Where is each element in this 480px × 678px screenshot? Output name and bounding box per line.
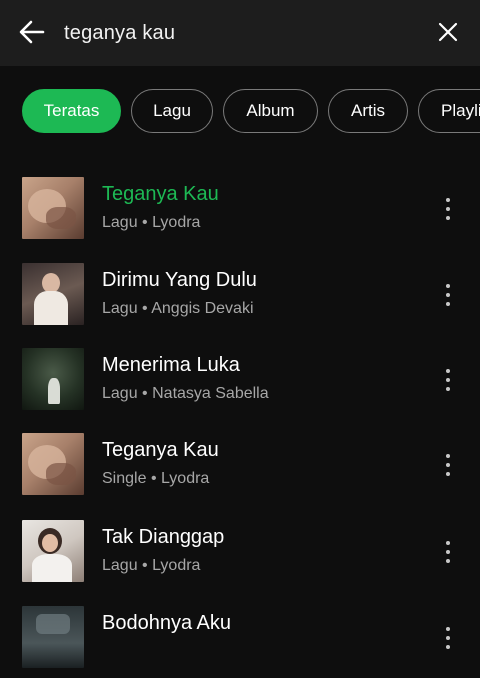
result-artist: Lyodra <box>161 470 210 487</box>
album-art <box>22 433 84 495</box>
result-artist: Lyodra <box>152 557 201 574</box>
result-type: Lagu <box>102 557 138 574</box>
separator: • <box>142 300 148 317</box>
close-icon <box>438 22 458 42</box>
chip-playlist[interactable]: Playli <box>418 89 480 133</box>
result-title: Menerima Luka <box>102 354 240 376</box>
list-item[interactable]: Tak Dianggap Lagu • Lyodra <box>0 520 480 592</box>
list-item[interactable]: Teganya Kau Single • Lyodra <box>0 433 480 505</box>
result-subtitle: Lagu • Natasya Sabella <box>102 384 269 404</box>
list-item[interactable]: Bodohnya Aku <box>0 606 480 678</box>
chip-lagu[interactable]: Lagu <box>131 89 213 133</box>
result-type: Lagu <box>102 214 138 231</box>
album-art <box>22 263 84 325</box>
result-artist: Lyodra <box>152 214 201 231</box>
album-art <box>22 520 84 582</box>
chip-teratas[interactable]: Teratas <box>22 89 121 133</box>
list-item[interactable]: Menerima Luka Lagu • Natasya Sabella <box>0 348 480 420</box>
more-vertical-icon <box>446 627 450 631</box>
more-options-button[interactable] <box>436 360 460 400</box>
result-artist: Anggis Devaki <box>151 300 254 317</box>
more-options-button[interactable] <box>436 532 460 572</box>
chip-artis[interactable]: Artis <box>328 89 408 133</box>
more-vertical-icon <box>446 369 450 373</box>
more-options-button[interactable] <box>436 189 460 229</box>
more-options-button[interactable] <box>436 618 460 658</box>
more-vertical-icon <box>446 454 450 458</box>
result-type: Lagu <box>102 385 138 402</box>
result-title: Teganya Kau <box>102 439 219 461</box>
more-vertical-icon <box>446 198 450 202</box>
clear-search-button[interactable] <box>430 14 466 50</box>
result-title: Bodohnya Aku <box>102 612 231 634</box>
result-title: Dirimu Yang Dulu <box>102 269 257 291</box>
list-item[interactable]: Teganya Kau Lagu • Lyodra <box>0 177 480 249</box>
result-type: Single <box>102 470 147 487</box>
result-subtitle: Lagu • Anggis Devaki <box>102 299 254 319</box>
separator: • <box>150 470 157 487</box>
more-vertical-icon <box>446 541 450 545</box>
result-artist: Natasya Sabella <box>152 385 269 402</box>
result-type: Lagu <box>102 300 138 317</box>
list-item[interactable]: Dirimu Yang Dulu Lagu • Anggis Devaki <box>0 263 480 335</box>
separator: • <box>142 385 148 402</box>
chip-album[interactable]: Album <box>223 89 318 133</box>
search-header: teganya kau <box>0 0 480 66</box>
album-art <box>22 606 84 668</box>
separator: • <box>142 214 148 231</box>
result-subtitle: Lagu • Lyodra <box>102 556 200 576</box>
result-subtitle: Single • Lyodra <box>102 469 209 489</box>
more-options-button[interactable] <box>436 275 460 315</box>
result-title: Tak Dianggap <box>102 526 225 548</box>
separator: • <box>142 557 148 574</box>
more-vertical-icon <box>446 284 450 288</box>
album-art <box>22 177 84 239</box>
result-title: Teganya Kau <box>102 183 219 205</box>
arrow-left-icon <box>19 20 45 44</box>
album-art <box>22 348 84 410</box>
filter-chips: Teratas Lagu Album Artis Playli <box>0 89 480 135</box>
back-button[interactable] <box>14 14 50 50</box>
search-input[interactable]: teganya kau <box>64 20 175 46</box>
result-subtitle: Lagu • Lyodra <box>102 213 200 233</box>
more-options-button[interactable] <box>436 445 460 485</box>
